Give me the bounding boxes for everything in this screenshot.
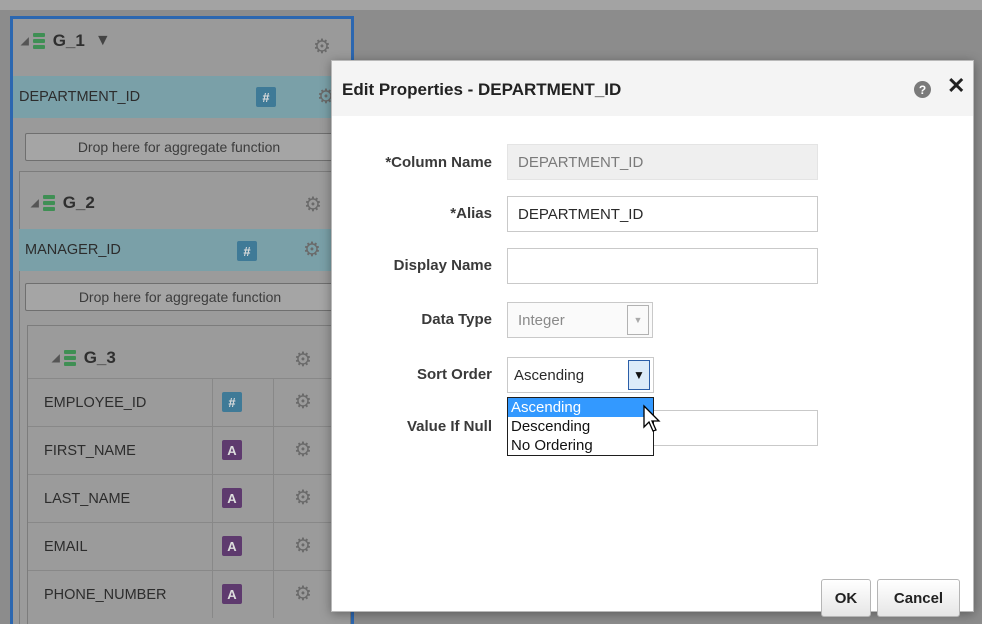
- column-name: MANAGER_ID: [25, 242, 121, 258]
- sort-order-dropdown[interactable]: Ascending Descending No Ordering: [507, 397, 654, 456]
- data-model-panel: ◢ G_1 ▼ ⚙ DEPARTMENT_ID # ⚙ Drop here fo…: [10, 16, 354, 624]
- number-type-icon: #: [237, 241, 257, 261]
- table-row[interactable]: EMPLOYEE_ID # ⚙: [28, 378, 350, 426]
- sort-order-label: Sort Order: [416, 366, 492, 383]
- gear-icon[interactable]: ⚙: [294, 440, 312, 460]
- chevron-down-icon[interactable]: ▼: [628, 360, 650, 390]
- number-type-icon: #: [222, 392, 242, 412]
- gear-icon[interactable]: ⚙: [303, 240, 321, 260]
- column-name: EMPLOYEE_ID: [44, 394, 147, 411]
- group-g1-header[interactable]: ◢ G_1 ▼: [21, 31, 111, 51]
- chevron-down-icon: ▼: [627, 305, 649, 335]
- gear-icon[interactable]: ⚙: [294, 584, 312, 604]
- database-icon: [63, 350, 76, 366]
- column-name: EMAIL: [44, 538, 88, 555]
- string-type-icon: A: [222, 488, 242, 508]
- dropdown-option[interactable]: Descending: [508, 417, 653, 436]
- group-name: G_2: [62, 193, 95, 212]
- group-g2-header[interactable]: ◢ G_2: [31, 193, 95, 213]
- aggregate-drop-zone[interactable]: Drop here for aggregate function: [25, 283, 335, 311]
- collapse-triangle-icon[interactable]: ◢: [31, 198, 39, 209]
- dialog-title: Edit Properties - DEPARTMENT_ID: [342, 80, 622, 99]
- group-g3-header[interactable]: ◢ G_3: [52, 348, 116, 368]
- collapse-triangle-icon[interactable]: ◢: [21, 36, 29, 47]
- column-name-field: DEPARTMENT_ID: [507, 144, 818, 180]
- number-type-icon: #: [256, 87, 276, 107]
- string-type-icon: A: [222, 536, 242, 556]
- column-name: FIRST_NAME: [44, 442, 136, 459]
- value-if-null-label: Value If Null: [406, 418, 492, 435]
- gear-icon[interactable]: ⚙: [313, 37, 331, 57]
- group-name: G_1: [52, 31, 85, 50]
- gear-icon[interactable]: ⚙: [294, 536, 312, 556]
- group-g3-container: ◢ G_3 ⚙ EMPLOYEE_ID # ⚙ FIRST_NAME A ⚙ L…: [27, 325, 351, 624]
- filter-icon[interactable]: ▼: [95, 32, 111, 50]
- display-name-label: Display Name: [393, 257, 492, 274]
- background-strip: [0, 0, 982, 10]
- table-row[interactable]: FIRST_NAME A ⚙: [28, 426, 350, 474]
- data-type-value: Integer: [518, 311, 565, 329]
- close-icon[interactable]: ✕: [947, 75, 965, 97]
- dropdown-option[interactable]: No Ordering: [508, 436, 653, 455]
- mouse-pointer-icon: [643, 404, 661, 432]
- column-name: PHONE_NUMBER: [44, 586, 167, 603]
- cancel-button[interactable]: Cancel: [877, 579, 960, 617]
- gear-icon[interactable]: ⚙: [294, 350, 312, 370]
- gear-icon[interactable]: ⚙: [304, 195, 322, 215]
- collapse-triangle-icon[interactable]: ◢: [52, 353, 60, 364]
- table-row[interactable]: PHONE_NUMBER A ⚙: [28, 570, 350, 618]
- data-type-label: Data Type: [421, 311, 492, 328]
- table-row[interactable]: LAST_NAME A ⚙: [28, 474, 350, 522]
- sort-order-value: Ascending: [514, 366, 585, 384]
- string-type-icon: A: [222, 440, 242, 460]
- ok-button[interactable]: OK: [821, 579, 871, 617]
- display-name-field[interactable]: [507, 248, 818, 284]
- gear-icon[interactable]: ⚙: [294, 488, 312, 508]
- alias-field[interactable]: DEPARTMENT_ID: [507, 196, 818, 232]
- dialog-header[interactable]: Edit Properties - DEPARTMENT_ID ? ✕: [332, 61, 973, 116]
- aggregate-drop-zone[interactable]: Drop here for aggregate function: [25, 133, 333, 161]
- dropdown-option[interactable]: Ascending: [508, 398, 653, 417]
- string-type-icon: A: [222, 584, 242, 604]
- group-g1-column-row[interactable]: DEPARTMENT_ID: [13, 76, 351, 118]
- column-name: LAST_NAME: [44, 490, 131, 507]
- column-name-label: *Column Name: [385, 154, 492, 171]
- table-row[interactable]: EMAIL A ⚙: [28, 522, 350, 570]
- gear-icon[interactable]: ⚙: [294, 392, 312, 412]
- database-icon: [42, 195, 55, 211]
- database-icon: [32, 33, 45, 49]
- group-name: G_3: [83, 348, 116, 367]
- help-icon[interactable]: ?: [914, 81, 931, 98]
- column-name: DEPARTMENT_ID: [19, 89, 141, 105]
- alias-label: *Alias: [450, 205, 492, 222]
